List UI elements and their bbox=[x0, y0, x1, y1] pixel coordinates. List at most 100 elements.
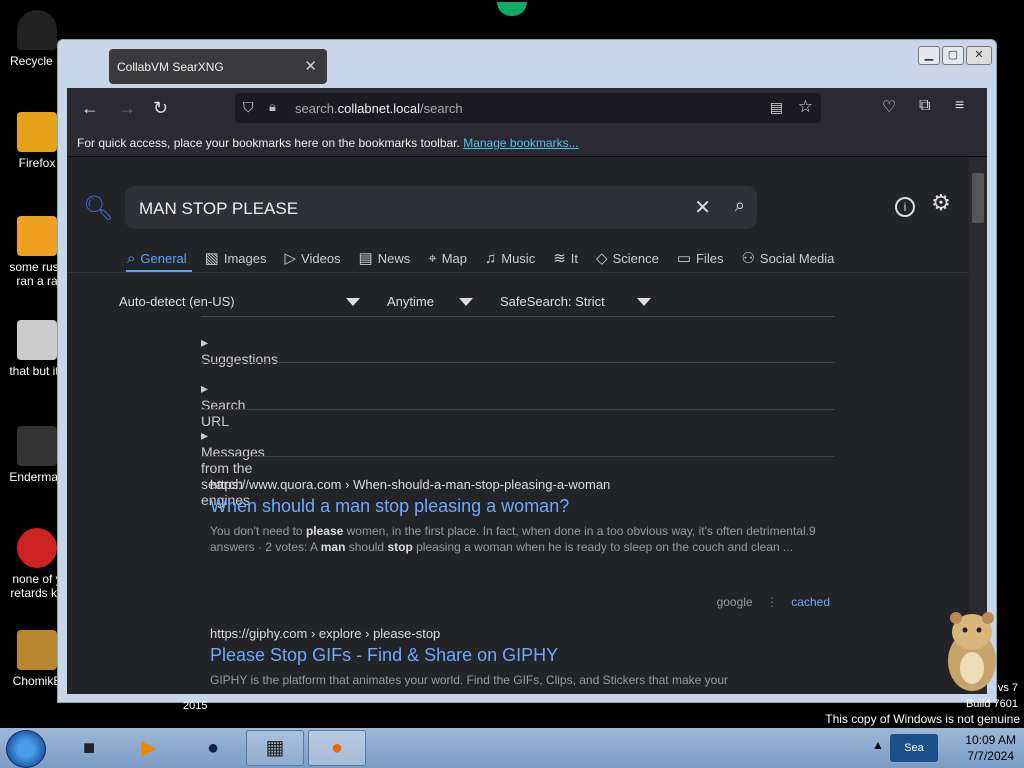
result-url-host: https://giphy.com bbox=[210, 626, 308, 641]
lock-icon[interactable]: 🔒︎ bbox=[269, 99, 276, 115]
result-url-path: › When-should-a-man-stop-pleasing-a-woma… bbox=[345, 477, 611, 492]
tab-files[interactable]: ▭ Files bbox=[677, 249, 724, 267]
menu-icon[interactable]: ≡ bbox=[955, 97, 964, 115]
result-title-link[interactable]: When should a man stop pleasing a woman? bbox=[210, 496, 830, 517]
browser-window: CollabVM SearXNG ✕ ▁ ▢ ✕ ← → ↻ ⛉ 🔒︎ sear… bbox=[57, 39, 997, 703]
forward-icon[interactable]: → bbox=[118, 98, 136, 119]
tab-map[interactable]: ⌖ Map bbox=[428, 249, 467, 267]
searxng-page: 🔍︎ MAN STOP PLEASE ✕ ⌕ i ⚙ ⌕ General ▧ Imag… bbox=[67, 157, 969, 694]
science-icon: ◇ bbox=[596, 250, 608, 267]
tray-show-hidden-icon[interactable]: ▲ bbox=[872, 738, 884, 752]
address-bar[interactable]: ⛉ 🔒︎ search.collabnet.local/search ▤ ☆ bbox=[235, 93, 821, 123]
suggestions-expander[interactable]: ▸ Suggestions bbox=[201, 316, 835, 367]
bookmark-star-icon[interactable]: ☆ bbox=[798, 97, 813, 117]
tab-label: Files bbox=[696, 250, 724, 266]
tray-search-button[interactable]: Sea bbox=[890, 734, 938, 762]
url-host-prefix: search. bbox=[295, 101, 338, 116]
safesearch-select[interactable]: SafeSearch: Strict bbox=[500, 294, 651, 309]
tab-label: Map bbox=[441, 250, 467, 266]
tab-title: CollabVM SearXNG bbox=[117, 60, 224, 74]
extensions-icon[interactable]: ⧉ bbox=[919, 97, 930, 115]
expander-label: ▸ Messages from the search engines bbox=[201, 427, 265, 508]
clock[interactable]: 10:09 AM 7/7/2024 bbox=[965, 732, 1016, 764]
people-icon: ⚇ bbox=[741, 250, 755, 267]
search-query[interactable]: MAN STOP PLEASE bbox=[139, 199, 298, 219]
back-icon[interactable]: ← bbox=[81, 98, 99, 119]
tab-collabvm-searxng[interactable]: CollabVM SearXNG ✕ bbox=[109, 49, 327, 84]
tab-label: Social Media bbox=[759, 250, 835, 266]
tab-label: Science bbox=[612, 250, 659, 266]
taskbar-terminal-icon[interactable]: ■ bbox=[60, 730, 118, 766]
tab-images[interactable]: ▧ Images bbox=[205, 249, 267, 267]
image-icon: ▧ bbox=[204, 250, 219, 267]
result-url[interactable]: https://giphy.com › explore › please-sto… bbox=[210, 626, 830, 641]
tab-social-media[interactable]: ⚇ Social Media bbox=[741, 249, 834, 267]
search-result: https://giphy.com › explore › please-sto… bbox=[210, 626, 830, 688]
manage-bookmarks-link[interactable]: Manage bookmarks... bbox=[463, 136, 578, 150]
result-url[interactable]: https://www.quora.com › When-should-a-ma… bbox=[210, 477, 830, 492]
category-divider bbox=[67, 272, 969, 273]
taskbar-media-player-icon[interactable]: ▶ bbox=[120, 730, 178, 766]
gear-icon[interactable]: ⚙ bbox=[931, 192, 951, 214]
cached-link[interactable]: cached bbox=[791, 595, 830, 609]
url-host: collabnet.local bbox=[337, 101, 421, 116]
safesearch-select-value: SafeSearch: Strict bbox=[500, 294, 605, 309]
clock-date: 7/7/2024 bbox=[967, 749, 1014, 763]
window-icon bbox=[17, 426, 57, 466]
url-text[interactable]: search.collabnet.local/search bbox=[295, 101, 463, 116]
tab-label: News bbox=[377, 250, 411, 266]
chevron-down-icon bbox=[637, 298, 651, 306]
search-icon[interactable]: ⌕ bbox=[735, 195, 745, 216]
info-icon[interactable]: i bbox=[895, 197, 915, 217]
pocket-icon[interactable]: ♡ bbox=[882, 97, 896, 117]
engine-messages-expander[interactable]: ▸ Messages from the search engines bbox=[201, 409, 835, 508]
tab-videos[interactable]: ▷ Videos bbox=[284, 249, 340, 267]
firefox-icon bbox=[17, 112, 57, 152]
tab-general[interactable]: ⌕ General bbox=[127, 249, 187, 267]
search-url-expander[interactable]: ▸ Search URL bbox=[201, 362, 835, 429]
url-path: /search bbox=[420, 101, 463, 116]
tab-label: Music bbox=[501, 250, 536, 266]
tab-music[interactable]: ♫ Music bbox=[485, 249, 535, 267]
scrollbar-thumb[interactable] bbox=[972, 173, 984, 223]
clear-icon[interactable]: ✕ bbox=[694, 195, 711, 220]
tab-science[interactable]: ◇ Science bbox=[596, 249, 659, 267]
nav-toolbar: ← → ↻ ⛉ 🔒︎ search.collabnet.local/search… bbox=[67, 88, 987, 130]
time-select[interactable]: Anytime bbox=[387, 294, 473, 309]
recycle-bin-icon bbox=[17, 10, 57, 50]
searxng-logo-icon[interactable]: 🔍︎ bbox=[83, 194, 113, 223]
tab-close-icon[interactable]: ✕ bbox=[304, 57, 317, 75]
engine-name: google bbox=[716, 595, 753, 609]
result-snippet: GIPHY is the platform that animates your… bbox=[210, 673, 728, 687]
search-input[interactable]: MAN STOP PLEASE ✕ ⌕ bbox=[125, 186, 757, 229]
tab-label: General bbox=[140, 250, 187, 266]
tab-news[interactable]: ▤ News bbox=[359, 249, 411, 267]
layers-icon: ≋ bbox=[553, 250, 566, 267]
reload-icon[interactable]: ↻ bbox=[153, 98, 168, 119]
taskbar-firefox-icon[interactable]: ● bbox=[308, 730, 366, 766]
minimize-button[interactable]: ▁ bbox=[918, 46, 940, 65]
not-genuine-notice: This copy of Windows is not genuine bbox=[825, 712, 1020, 726]
taskbar: ■ ▶ ● ▦ ● ▲ Sea 10:09 AM 7/7/2024 bbox=[0, 728, 1024, 768]
result-snippet: You don't need to please women, in the f… bbox=[210, 524, 816, 554]
active-category-underline bbox=[126, 270, 192, 272]
separator: ⋮ bbox=[765, 595, 778, 609]
title-bar: CollabVM SearXNG ✕ ▁ ▢ ✕ bbox=[58, 40, 996, 88]
result-title-link[interactable]: Please Stop GIFs - Find & Share on GIPHY bbox=[210, 645, 830, 666]
desktop-glow bbox=[497, 2, 527, 16]
hamster-desktop-pet[interactable] bbox=[940, 606, 1004, 696]
taskbar-calculator-icon[interactable]: ▦ bbox=[246, 730, 304, 766]
start-button[interactable] bbox=[6, 730, 46, 768]
result-url-path: › explore › please-stop bbox=[310, 626, 441, 641]
language-select[interactable]: Auto-detect (en-US) bbox=[119, 294, 360, 309]
taskbar-globe-icon[interactable]: ● bbox=[184, 730, 242, 766]
tab-label: Images bbox=[223, 250, 267, 266]
reader-view-icon[interactable]: ▤ bbox=[770, 99, 783, 116]
results-divider bbox=[201, 456, 835, 458]
tab-it[interactable]: ≋ It bbox=[553, 249, 578, 267]
shield-icon[interactable]: ⛉ bbox=[243, 99, 254, 116]
red-icon bbox=[17, 528, 57, 568]
close-window-button[interactable]: ✕ bbox=[966, 46, 992, 65]
files-icon: ▭ bbox=[676, 250, 691, 267]
maximize-button[interactable]: ▢ bbox=[942, 46, 964, 65]
